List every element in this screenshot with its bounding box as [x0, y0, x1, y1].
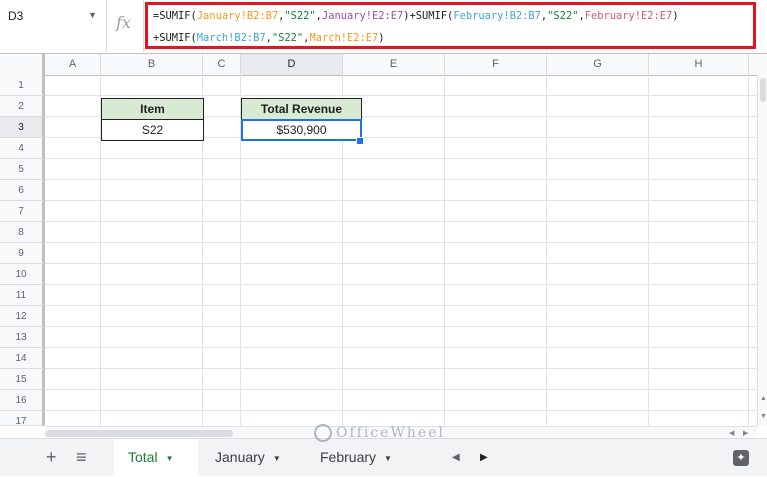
row-header-6[interactable]: 6	[0, 180, 45, 201]
column-header-g[interactable]: G	[547, 54, 649, 75]
grid-line	[45, 368, 757, 369]
fx-icon: fx	[107, 0, 144, 52]
row-header-9[interactable]: 9	[0, 243, 45, 264]
grid-line	[45, 242, 757, 243]
cell-d3[interactable]: $530,900	[241, 119, 362, 141]
column-header-bar: ABCDEFGH	[0, 53, 767, 76]
fill-handle[interactable]	[356, 137, 364, 145]
grid-line	[45, 305, 757, 306]
column-header-h[interactable]: H	[649, 54, 749, 75]
scroll-down-icon[interactable]: ▼	[760, 413, 767, 420]
wheel-icon	[314, 424, 332, 442]
row-header-2[interactable]: 2	[0, 96, 45, 117]
formula-input[interactable]: =SUMIF(January!B2:B7,"S22",January!E2:E7…	[145, 2, 756, 49]
formula-token: February!B2:B7	[453, 10, 541, 22]
column-header-f[interactable]: F	[445, 54, 547, 75]
grid-line	[45, 284, 757, 285]
grid-line	[45, 179, 757, 180]
grid-line	[45, 200, 757, 201]
column-header-d[interactable]: D	[241, 54, 343, 75]
formula-token: "S22"	[271, 32, 304, 44]
formula-token: March!E2:E7	[309, 32, 379, 44]
formula-token: "S22"	[547, 10, 579, 22]
chevron-down-icon[interactable]: ▼	[384, 454, 392, 463]
scroll-tabs-right-icon[interactable]: ▶	[480, 439, 488, 476]
fx-label: fx	[116, 13, 131, 32]
scroll-up-icon[interactable]: ▲	[760, 395, 767, 402]
all-sheets-menu-icon[interactable]: ≡	[76, 439, 87, 476]
grid-line	[45, 158, 757, 159]
grid-line	[648, 75, 649, 426]
column-header-c[interactable]: C	[203, 54, 241, 75]
vertical-scroll-thumb[interactable]	[760, 78, 766, 102]
horizontal-scroll-thumb[interactable]	[45, 430, 233, 437]
select-all-corner[interactable]	[0, 54, 45, 75]
tab-total-label: Total	[128, 449, 158, 465]
tab-january-label: January	[215, 449, 265, 465]
grid-line	[45, 326, 757, 327]
scroll-left-icon[interactable]: ◀	[729, 429, 734, 437]
grid-line	[45, 95, 757, 96]
cell-b3[interactable]: S22	[101, 119, 204, 141]
row-header-16[interactable]: 16	[0, 390, 45, 411]
formula-token: January!B2:B7	[196, 10, 279, 22]
formula-token: "S22"	[284, 10, 316, 22]
explore-icon[interactable]: ✦	[733, 450, 749, 466]
tab-february-label: February	[320, 449, 377, 465]
formula-token: )	[672, 10, 679, 22]
column-header-e[interactable]: E	[343, 54, 445, 75]
row-header-12[interactable]: 12	[0, 306, 45, 327]
name-box[interactable]: D3 ▼	[0, 0, 107, 52]
cell-d2[interactable]: Total Revenue	[241, 98, 362, 120]
formula-token: March!B2:B7	[196, 32, 266, 44]
cell-reference: D3	[8, 9, 24, 23]
grid-line	[45, 347, 757, 348]
grid-line	[45, 263, 757, 264]
row-header-13[interactable]: 13	[0, 327, 45, 348]
row-header-10[interactable]: 10	[0, 264, 45, 285]
column-header-a[interactable]: A	[45, 54, 101, 75]
tab-january[interactable]: January ▼	[201, 439, 301, 476]
chevron-down-icon[interactable]: ▼	[88, 10, 97, 20]
grid-line	[444, 75, 445, 426]
grid-line	[546, 75, 547, 426]
chevron-down-icon[interactable]: ▼	[166, 454, 174, 463]
row-header-14[interactable]: 14	[0, 348, 45, 369]
row-header-17[interactable]: 17	[0, 411, 45, 427]
grid-line	[45, 221, 757, 222]
vertical-scrollbar[interactable]: ▲ ▼	[757, 75, 767, 426]
row-header-7[interactable]: 7	[0, 201, 45, 222]
formula-token: +SUMIF(	[153, 32, 197, 44]
row-header-15[interactable]: 15	[0, 369, 45, 390]
watermark-logo: OfficeWheel	[314, 424, 474, 448]
formula-token: )+SUMIF(	[403, 10, 454, 22]
cell-b2[interactable]: Item	[101, 98, 204, 120]
formula-token: February!E2:E7	[584, 10, 673, 22]
grid-line	[45, 389, 757, 390]
grid-line	[45, 410, 757, 411]
formula-token: =SUMIF(	[153, 10, 197, 22]
row-header-8[interactable]: 8	[0, 222, 45, 243]
grid-line	[748, 75, 749, 426]
cell-grid[interactable]: Item Total Revenue S22 $530,900	[45, 75, 757, 426]
watermark-text: OfficeWheel	[336, 425, 445, 441]
row-header-4[interactable]: 4	[0, 138, 45, 159]
add-sheet-icon[interactable]: +	[46, 439, 57, 476]
formula-line-1: =SUMIF(January!B2:B7,"S22",January!E2:E7…	[153, 5, 753, 27]
row-header-1[interactable]: 1	[0, 75, 45, 96]
chevron-down-icon[interactable]: ▼	[273, 454, 281, 463]
formula-line-2: +SUMIF(March!B2:B7,"S22",March!E2:E7)	[153, 27, 753, 46]
scroll-right-icon[interactable]: ▶	[743, 429, 748, 437]
column-header-b[interactable]: B	[101, 54, 203, 75]
formula-token: January!E2:E7	[321, 10, 404, 22]
row-header-3[interactable]: 3	[0, 117, 45, 138]
row-header-11[interactable]: 11	[0, 285, 45, 306]
tab-total[interactable]: Total ▼	[114, 439, 198, 476]
formula-token: )	[378, 32, 385, 44]
row-header-5[interactable]: 5	[0, 159, 45, 180]
